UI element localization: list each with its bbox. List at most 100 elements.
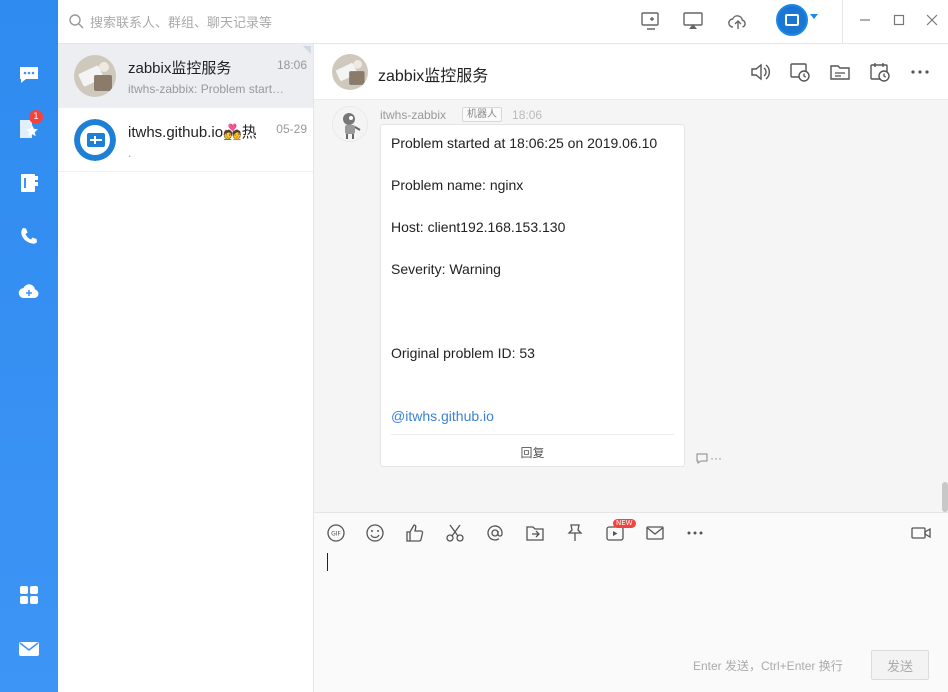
conversation-item-itwhs[interactable]: itwhs.github.io💑热... 05-29 . — [58, 108, 313, 172]
rail-apps[interactable] — [0, 570, 58, 620]
email-button[interactable] — [643, 521, 667, 545]
conversation-list: zabbix监控服务 18:06 itwhs-zabbix: Problem s… — [58, 44, 314, 692]
schedule-button[interactable] — [868, 60, 892, 84]
mute-button[interactable] — [748, 60, 772, 84]
text-input[interactable] — [327, 553, 328, 571]
conversation-title: zabbix监控服务 — [128, 60, 232, 77]
share-screen-icon — [683, 12, 703, 29]
divider — [391, 434, 674, 435]
send-button[interactable]: 发送 — [871, 650, 929, 680]
at-icon — [487, 525, 503, 541]
conversation-item-zabbix[interactable]: zabbix监控服务 18:06 itwhs-zabbix: Problem s… — [58, 44, 313, 108]
close-button[interactable] — [922, 10, 942, 30]
scrollbar[interactable] — [942, 482, 948, 512]
chat-header: zabbix监控服务 — [314, 44, 948, 100]
video-call-button[interactable] — [909, 521, 933, 545]
sender-name: itwhs-zabbix — [380, 107, 447, 122]
user-avatar[interactable] — [776, 4, 808, 36]
svg-text:GIF: GIF — [331, 531, 341, 538]
conversation-preview: itwhs-zabbix: Problem started at 18:06:2… — [128, 82, 288, 96]
mention-button[interactable] — [483, 521, 507, 545]
phone-icon — [21, 228, 37, 244]
add-screen-button[interactable] — [638, 8, 664, 34]
close-icon — [926, 14, 938, 26]
message-line-severity: Severity: Warning — [391, 261, 501, 277]
envelope-icon — [646, 526, 664, 540]
desk-photo-icon — [74, 55, 116, 97]
search-box[interactable]: 搜索联系人、群组、聊天记录等 — [68, 10, 272, 32]
message-time: 18:06 — [512, 107, 543, 122]
comment-icon — [696, 453, 708, 464]
robot-icon — [333, 107, 367, 141]
like-button[interactable] — [403, 521, 427, 545]
more-icon — [687, 531, 703, 535]
mention-link[interactable]: @itwhs.github.io — [391, 408, 494, 424]
gif-button[interactable]: GIF — [324, 521, 348, 545]
more-button[interactable] — [908, 60, 932, 84]
send-file-button[interactable] — [523, 521, 547, 545]
rail-contacts[interactable] — [0, 158, 58, 208]
left-rail: 1 — [0, 0, 58, 692]
share-screen-button[interactable] — [680, 8, 706, 34]
search-icon — [69, 14, 84, 29]
minimize-icon — [860, 19, 870, 21]
rail-cloud[interactable] — [0, 266, 58, 316]
avatar — [74, 119, 116, 161]
cloud-upload-icon — [728, 15, 746, 29]
message-line-original-id: Original problem ID: 53 — [391, 345, 535, 361]
scissors-icon — [446, 524, 464, 542]
logo-icon — [74, 119, 116, 161]
cloud-upload-button[interactable] — [725, 8, 751, 34]
chat-avatar[interactable] — [332, 54, 368, 90]
pin-icon — [567, 524, 583, 541]
minimize-button[interactable] — [855, 10, 875, 30]
mail-icon — [19, 642, 39, 656]
chevron-down-icon[interactable] — [810, 14, 818, 19]
thumbs-up-icon — [406, 524, 424, 542]
apps-icon — [20, 586, 38, 604]
cloud-icon — [18, 284, 39, 299]
avatar — [74, 55, 116, 97]
rail-mail[interactable] — [0, 624, 58, 674]
more-dots: ··· — [710, 451, 722, 465]
conversation-time: 18:06 — [276, 58, 307, 72]
pin-button[interactable] — [563, 521, 587, 545]
calendar-clock-icon — [870, 63, 890, 82]
avatar-logo-icon — [785, 14, 799, 26]
message-bubble[interactable]: Problem started at 18:06:25 on 2019.06.1… — [380, 124, 685, 467]
more-icon — [911, 70, 929, 74]
add-screen-icon — [641, 12, 659, 30]
smile-icon — [366, 524, 384, 542]
more-tools-button[interactable] — [683, 521, 707, 545]
rail-favorites[interactable] — [0, 104, 58, 154]
rail-phone[interactable] — [0, 212, 58, 262]
sender-avatar[interactable] — [332, 106, 368, 142]
bot-tag: 机器人 — [462, 107, 503, 122]
contacts-icon — [21, 174, 38, 192]
video-camera-icon — [911, 527, 931, 539]
search-placeholder: 搜索联系人、群组、聊天记录等 — [90, 14, 273, 30]
reply-button[interactable]: 回复 — [381, 444, 684, 461]
files-button[interactable] — [828, 60, 852, 84]
maximize-button[interactable] — [889, 10, 909, 30]
chat-icon — [20, 67, 38, 83]
pinned-corner-mark — [303, 46, 311, 54]
message-area[interactable]: itwhs-zabbix 机器人 18:06 Problem started a… — [314, 100, 948, 512]
screenshot-button[interactable] — [443, 521, 467, 545]
emoji-button[interactable] — [363, 521, 387, 545]
new-badge: NEW — [613, 519, 636, 528]
file-transfer-icon — [526, 526, 544, 541]
unread-badge: 1 — [29, 110, 43, 124]
history-button[interactable] — [788, 60, 812, 84]
rail-chat[interactable] — [0, 50, 58, 100]
input-area: GIF NEW Enter 发送，Ctrl+Enter 换行 发送 — [314, 512, 948, 692]
message-meta: itwhs-zabbix 机器人 18:06 — [380, 107, 542, 122]
message-line-host: Host: client192.168.153.130 — [391, 219, 566, 235]
speaker-icon — [751, 63, 770, 81]
chat-title: zabbix监控服务 — [378, 68, 489, 85]
top-bar: 搜索联系人、群组、聊天记录等 — [58, 0, 948, 44]
history-icon — [790, 63, 810, 82]
maximize-icon — [893, 14, 905, 26]
conversation-preview: . — [128, 146, 132, 160]
message-actions[interactable]: ··· — [696, 451, 722, 465]
